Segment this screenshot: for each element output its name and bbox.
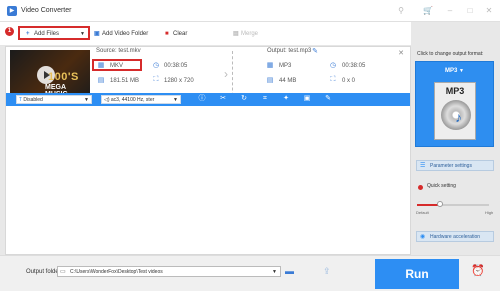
output-format: MP3 <box>279 63 292 69</box>
effects-icon[interactable]: ✦ <box>281 94 291 104</box>
hardware-acceleration-toggle[interactable]: ◉ Hardware acceleration <box>416 231 494 242</box>
output-format-panel: Click to change output format: MP3 ▼ MP3… <box>411 46 500 255</box>
source-format: MKV <box>110 63 124 69</box>
toolbar: + Add Files ▼ ▣ Add Video Folder ■ Clear ▤ M… <box>0 22 411 46</box>
subtitle-select[interactable]: T Disabled ▼ <box>16 95 92 104</box>
chevron-down-icon[interactable]: ▼ <box>173 96 178 104</box>
edit-icon[interactable]: ✎ <box>310 47 320 55</box>
minimize-icon[interactable]: – <box>445 6 455 16</box>
chevron-down-icon[interactable]: ▼ <box>84 96 89 104</box>
quick-setting-label: Quick setting <box>427 183 456 189</box>
format-dropdown[interactable]: MP3 ▼ <box>420 66 489 76</box>
trash-icon: ■ <box>165 31 169 37</box>
slider-default-label: Default <box>416 210 429 215</box>
quick-setting-indicator <box>418 185 423 190</box>
chevron-down-icon[interactable]: ▼ <box>272 267 277 276</box>
music-note-icon: ♪ <box>455 109 462 125</box>
resolution-icon: ⛶ <box>153 76 159 83</box>
plus-icon: + <box>26 31 30 37</box>
format-panel-title: Click to change output format: <box>417 51 484 57</box>
arrow-right-icon: › <box>224 67 228 81</box>
format-selector[interactable]: MP3 ▼ MP3 ♪ <box>415 61 494 147</box>
source-resolution: 1280 x 720 <box>164 78 194 84</box>
parameter-settings-button[interactable]: ☰ Parameter settings <box>416 160 494 171</box>
folder-path-icon: ▭ <box>60 269 66 275</box>
file-icon: ▦ <box>97 62 105 69</box>
toggle-icon: ◉ <box>420 234 426 240</box>
rotate-icon[interactable]: ↻ <box>239 94 249 104</box>
alarm-clock-icon[interactable]: ⏰ <box>471 264 485 277</box>
size-icon: ▤ <box>97 77 105 84</box>
slider-high-label: High <box>485 210 494 215</box>
source-duration: 00:38:05 <box>164 63 188 69</box>
trim-icon[interactable]: ✂ <box>218 94 228 104</box>
subtitle-icon: T <box>19 97 22 103</box>
bottom-bar: Output folder: ▭ C:\Users\WonderFox\Desk… <box>0 255 500 291</box>
source-label: Source: test.mkv <box>96 48 141 54</box>
subtitle-edit-icon[interactable]: ✎ <box>323 94 333 104</box>
run-button[interactable]: Run <box>375 259 459 289</box>
app-title: Video Converter <box>21 7 72 14</box>
output-label: Output: test.mp3 <box>267 48 312 54</box>
cart-icon[interactable]: 🛒 <box>423 6 433 16</box>
output-size: 44 MB <box>279 78 297 84</box>
chevron-down-icon[interactable]: ▼ <box>80 28 85 40</box>
folder-plus-icon: ▣ <box>94 31 100 37</box>
file-list: 100'S MEGA MUSIC Source: test.mkv ▦ MKV … <box>5 46 411 255</box>
sliders-icon: ☰ <box>420 163 426 169</box>
info-icon[interactable]: ⓘ <box>197 94 207 104</box>
output-resolution: 0 x 0 <box>342 78 356 84</box>
audio-track-select[interactable]: ◁) ac3, 44100 Hz, ster ▼ <box>101 95 181 104</box>
quality-slider[interactable] <box>417 204 489 206</box>
clear-button[interactable]: ■ Clear <box>165 28 187 40</box>
open-folder-icon[interactable]: ⇪ <box>323 266 331 277</box>
crop-icon[interactable]: ⌗ <box>260 94 270 104</box>
merge-icon: ▤ <box>233 31 239 37</box>
clock-icon: ◷ <box>329 62 337 69</box>
maximize-icon[interactable]: □ <box>465 6 475 16</box>
file-icon: ▦ <box>266 62 274 69</box>
size-icon: ▤ <box>266 77 274 84</box>
watermark-icon[interactable]: ▣ <box>302 94 312 104</box>
output-folder-select[interactable]: ▭ C:\Users\WonderFox\Desktop\Test videos… <box>57 266 281 277</box>
chevron-down-icon: ▼ <box>459 68 464 74</box>
output-duration: 00:38:05 <box>342 63 366 69</box>
title-bar: ▶ Video Converter ⚲ 🛒 – □ ✕ <box>0 0 500 22</box>
quality-slider-handle[interactable] <box>437 201 443 207</box>
edit-bar: T Disabled ▼ ◁) ac3, 44100 Hz, ster ▼ ⓘ … <box>6 93 410 106</box>
merge-button[interactable]: ▤ Merge <box>233 28 258 40</box>
remove-file-icon[interactable]: ✕ <box>398 49 404 57</box>
add-files-button[interactable]: + Add Files ▼ <box>18 26 90 40</box>
close-icon[interactable]: ✕ <box>484 6 494 16</box>
resolution-icon: ⛶ <box>330 76 336 83</box>
key-icon[interactable]: ⚲ <box>396 6 406 16</box>
mp3-format-icon: MP3 ♪ <box>434 82 476 140</box>
source-size: 181.51 MB <box>110 78 140 84</box>
step-badge: 1 <box>5 27 14 36</box>
audio-icon: ◁) <box>104 97 110 103</box>
add-video-folder-button[interactable]: ▣ Add Video Folder <box>94 28 148 40</box>
app-logo-icon: ▶ <box>7 6 17 16</box>
clock-icon: ◷ <box>152 62 160 69</box>
browse-folder-icon[interactable]: ▬ <box>285 266 294 276</box>
